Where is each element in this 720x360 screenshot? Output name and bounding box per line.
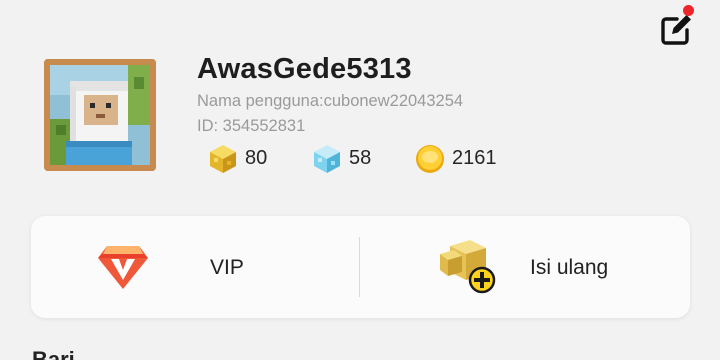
vip-diamond-icon: [98, 246, 148, 289]
action-card: VIP Isi ulang: [31, 216, 690, 318]
nickname-line: Nama pengguna:cubonew22043254: [197, 92, 464, 110]
currency-gold-value: 80: [245, 147, 268, 169]
notification-dot: [683, 5, 694, 16]
gold-cube-icon: [210, 145, 236, 173]
user-id-line: ID: 354552831: [197, 117, 306, 135]
avatar[interactable]: [44, 59, 156, 171]
avatar-image: [44, 59, 156, 171]
currency-coin-value: 2161: [452, 147, 497, 169]
section-heading: Bari: [32, 348, 75, 360]
username: AwasGede5313: [197, 53, 412, 85]
currency-diamond-value: 58: [349, 147, 372, 169]
vip-button[interactable]: VIP: [31, 216, 359, 318]
currency-gold: 80: [207, 143, 287, 175]
vip-label: VIP: [210, 256, 244, 279]
coin-icon: [416, 145, 444, 173]
currency-diamond: 58: [311, 143, 391, 175]
edit-profile-button[interactable]: [656, 10, 696, 50]
topup-plus-icon: [440, 240, 496, 294]
topup-label: Isi ulang: [530, 256, 609, 279]
diamond-cube-icon: [314, 145, 340, 173]
currency-coin: 2161: [414, 143, 514, 175]
topup-button[interactable]: Isi ulang: [360, 216, 690, 318]
edit-profile-icon: [661, 15, 691, 45]
